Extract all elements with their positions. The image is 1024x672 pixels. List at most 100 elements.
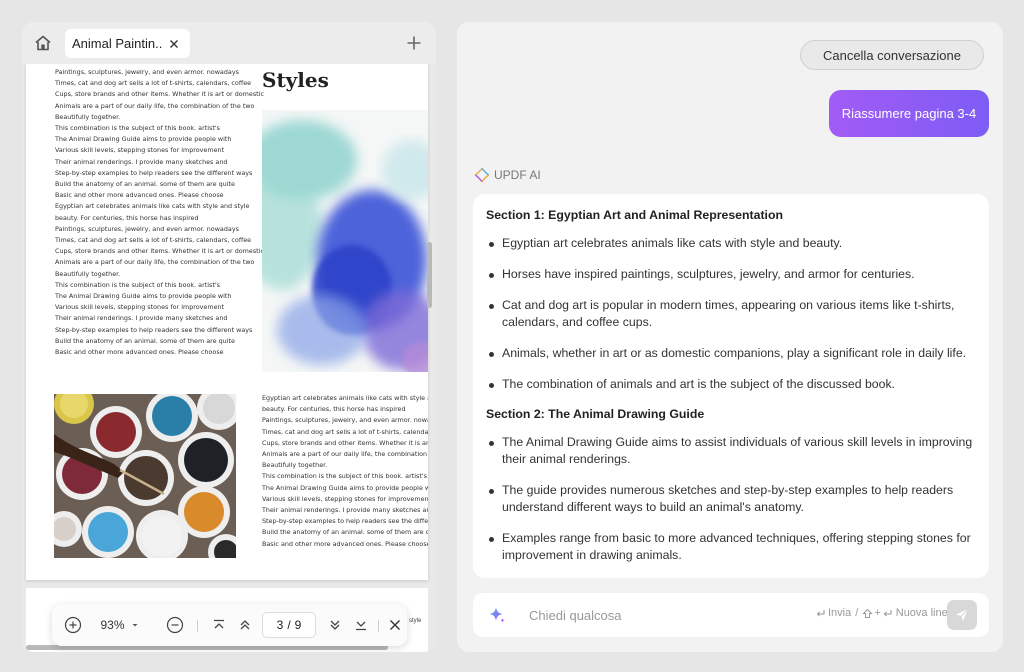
page-text-line: The Animal Drawing Guide aims to provide… — [55, 135, 232, 144]
hint-separator: / — [855, 607, 859, 619]
ai-response-card: Section 1: Egyptian Art and Animal Repre… — [473, 194, 989, 578]
send-icon — [956, 608, 969, 621]
page-text-line: Animals are a part of our daily life, th… — [55, 101, 255, 110]
document-view[interactable]: Paintings, sculptures, jewelry, and even… — [22, 64, 436, 652]
page-text-line: Their animal renderings. I provide many … — [262, 506, 428, 515]
page-text-line: Step-by-step examples to help readers se… — [55, 325, 253, 334]
paint-cups-photo — [54, 394, 236, 558]
next-page-button[interactable] — [326, 604, 344, 646]
plus-icon[interactable] — [406, 35, 422, 51]
list-item: The Animal Drawing Guide aims to assist … — [486, 434, 973, 468]
close-icon[interactable] — [168, 38, 180, 50]
page-text-line: The Animal Drawing Guide aims to provide… — [55, 292, 232, 301]
vertical-scrollbar[interactable] — [427, 242, 432, 308]
page-text-line: Animals are a part of our daily life, th… — [55, 258, 255, 267]
enter-key-icon — [883, 609, 892, 616]
sparkle-icon — [489, 607, 505, 623]
page-text-line: This combination is the subject of this … — [55, 280, 220, 289]
page-number-field[interactable]: 3 / 9 — [262, 612, 316, 638]
list-item: Cat and dog art is popular in modern tim… — [486, 297, 973, 331]
list-item: Animals, whether in art or as domestic c… — [486, 345, 973, 362]
page-text-line: This combination is the subject of this … — [262, 472, 427, 481]
list-item: The combination of animals and art is th… — [486, 376, 973, 393]
zoom-level: 93% — [100, 618, 125, 632]
first-page-button[interactable] — [210, 604, 228, 646]
send-button[interactable] — [947, 600, 977, 630]
page-text-line: Build the anatomy of an animal. some of … — [55, 336, 235, 345]
close-icon — [390, 620, 400, 630]
pdf-page: Paintings, sculptures, jewelry, and even… — [26, 64, 428, 580]
send-hint: Invia — [828, 607, 852, 619]
page-text-line: Build the anatomy of an animal. some of … — [55, 180, 235, 189]
page-text-line: Step-by-step examples to help readers se… — [55, 168, 253, 177]
total-pages: 9 — [294, 618, 302, 632]
pdf-viewer-panel: Animal Paintin... Paintings, sculptures,… — [22, 22, 436, 652]
page-text-line: beauty. For centuries, this horse has in… — [262, 405, 406, 414]
newline-hint: Nuova linea — [895, 607, 954, 619]
section-bullet-list: The Animal Drawing Guide aims to assist … — [486, 434, 973, 564]
page-text-line: Various skill levels, stepping stones fo… — [55, 303, 225, 312]
double-chevron-up-icon — [240, 620, 250, 630]
page-text-line: Cups, store brands and other items. Whet… — [55, 247, 264, 256]
plus-sign-glyph: + — [874, 607, 881, 619]
last-page-button[interactable] — [352, 604, 370, 646]
watercolor-image — [262, 110, 428, 372]
page-text-line: Cups, store brands and other items. Whet… — [55, 90, 264, 99]
page-text-line: Times, cat and dog art sells a lot of t-… — [55, 236, 252, 245]
previous-page-button[interactable] — [236, 604, 254, 646]
first-page-icon — [214, 619, 224, 629]
ai-name: UPDF AI — [494, 168, 541, 182]
page-text-line: The Animal Drawing Guide aims to provide… — [262, 483, 428, 492]
zoom-select[interactable]: 93% — [92, 604, 148, 646]
page-heading: Styles — [262, 68, 329, 92]
shift-key-icon — [862, 608, 874, 618]
page-text-line: Cups, store brands and other items. Whet… — [262, 438, 428, 447]
list-item: Egyptian art celebrates animals like cat… — [486, 235, 973, 252]
last-page-icon — [356, 621, 366, 631]
page-text-line: Paintings, sculptures, jewelry, and even… — [262, 416, 428, 425]
page-text-right-column: Egyptian art celebrates animals like cat… — [262, 393, 428, 550]
section-title: Section 1: Egyptian Art and Animal Repre… — [486, 208, 783, 222]
chat-input[interactable] — [529, 605, 789, 625]
page-text-line: Basic and other more advanced ones. Plea… — [55, 348, 224, 357]
zoom-out-button[interactable] — [164, 604, 186, 646]
page-text-line: Animals are a part of our daily life, th… — [262, 450, 428, 459]
page-text-line: Paintings, sculptures, jewelry, and even… — [55, 68, 239, 76]
page-text-line: Step-by-step examples to help readers se… — [262, 517, 428, 526]
page-text-left-column: Paintings, sculptures, jewelry, and even… — [55, 67, 264, 358]
enter-key-icon — [816, 609, 825, 616]
list-item: Examples range from basic to more advanc… — [486, 530, 973, 564]
caret-down-icon — [132, 624, 138, 627]
double-chevron-down-icon — [330, 620, 340, 630]
page-text-line: Beautifully together. — [262, 461, 328, 470]
user-message-bubble: Riassumere pagina 3-4 — [829, 90, 989, 137]
page-text-line: Egyptian art celebrates animals like cat… — [262, 394, 428, 402]
page-text-line: beauty. For centuries, this horse has in… — [55, 213, 199, 222]
section-bullet-list: Egyptian art celebrates animals like cat… — [486, 235, 973, 393]
close-toolbar-button[interactable] — [386, 604, 404, 646]
tab-bar: Animal Paintin... — [22, 22, 436, 64]
ai-sender-label: UPDF AI — [474, 167, 541, 183]
page-text-line: Their animal renderings. I provide many … — [55, 314, 228, 323]
chat-input-bar: Invia / + Nuova linea — [473, 593, 989, 637]
zoom-out-icon — [166, 616, 184, 634]
page-text-line: Egyptian art celebrates animals like cat… — [55, 202, 250, 211]
page-text-line: Times, cat and dog art sells a lot of t-… — [262, 427, 428, 436]
clear-conversation-button[interactable]: Cancella conversazione — [799, 40, 984, 70]
zoom-in-button[interactable] — [62, 604, 84, 646]
keyboard-hint: Invia / + Nuova linea — [815, 607, 954, 619]
document-tab-title: Animal Paintin... — [72, 36, 162, 51]
page-text-line: Basic and other more advanced ones. Plea… — [262, 539, 428, 548]
document-tab[interactable]: Animal Paintin... — [65, 29, 190, 58]
toolbar-divider — [197, 620, 198, 632]
home-icon[interactable] — [34, 34, 52, 52]
page-separator: / — [287, 618, 291, 632]
page-text-line: Various skill levels, stepping stones fo… — [262, 494, 428, 503]
page-text-line: Beautifully together. — [55, 269, 121, 278]
page-text-line: Paintings, sculptures, jewelry, and even… — [55, 224, 239, 233]
ai-chat-panel: Cancella conversazione Riassumere pagina… — [457, 22, 1003, 652]
list-item: The guide provides numerous sketches and… — [486, 482, 973, 516]
page-text-line: Build the anatomy of an animal. some of … — [262, 528, 428, 537]
zoom-in-icon — [64, 616, 82, 634]
toolbar-divider — [378, 620, 379, 632]
